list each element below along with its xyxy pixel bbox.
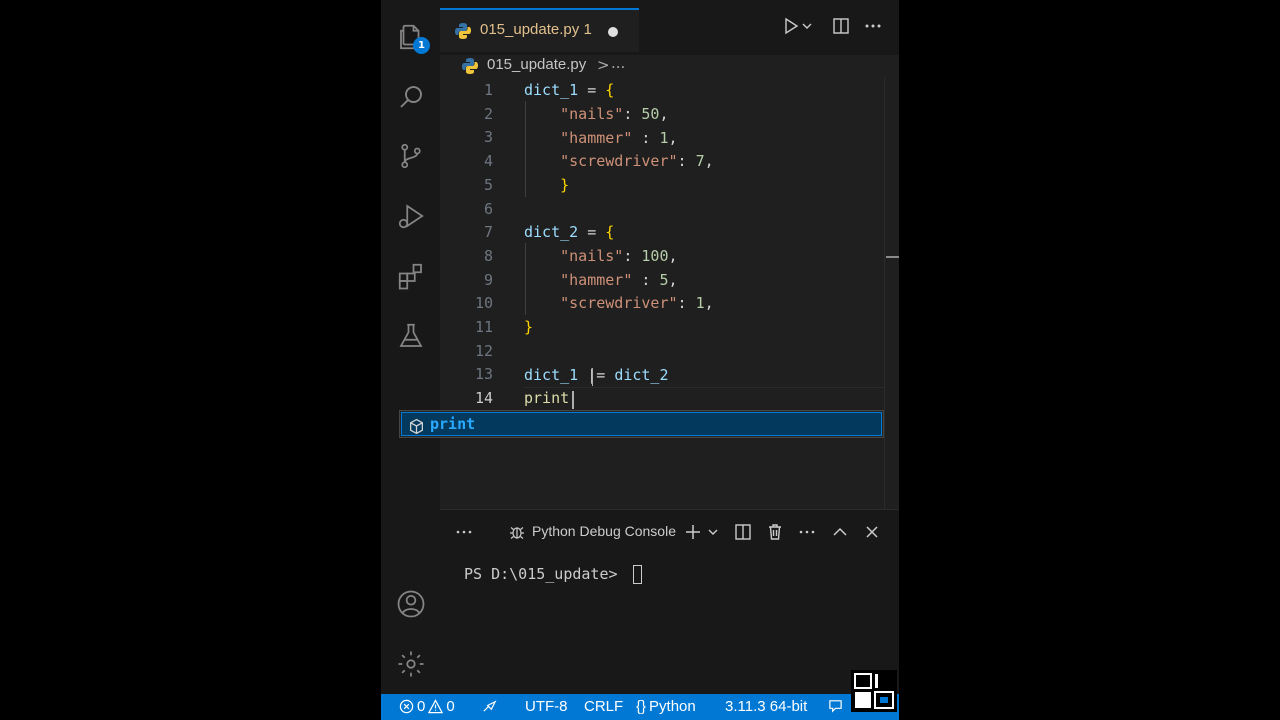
tab-015-update[interactable]: 015_update.py 1 bbox=[440, 8, 639, 52]
breadcrumb-file[interactable]: 015_update.py bbox=[487, 56, 586, 73]
run-menu-chevron-icon[interactable] bbox=[800, 14, 814, 38]
more-actions-icon[interactable] bbox=[861, 14, 885, 38]
symbol-cube-icon bbox=[410, 418, 423, 435]
line-number: 5 bbox=[483, 175, 493, 194]
suggestion-label: print bbox=[430, 415, 476, 433]
language-label: Python bbox=[649, 698, 696, 715]
python-file-icon bbox=[462, 58, 478, 74]
python-file-icon bbox=[455, 23, 471, 39]
current-line-highlight bbox=[524, 387, 885, 411]
problems-status[interactable]: 0 0 bbox=[399, 698, 455, 715]
language-brace-icon: {} bbox=[636, 698, 647, 715]
panel-more-icon[interactable] bbox=[455, 520, 473, 544]
channel-logo-icon bbox=[851, 670, 897, 712]
ports-forward-icon[interactable] bbox=[482, 698, 497, 713]
code-line-9: "hammer" : 5, bbox=[560, 271, 678, 289]
error-count: 0 bbox=[417, 698, 426, 715]
code-line-3: "hammer" : 1, bbox=[560, 129, 678, 147]
suggestion-item-print[interactable]: print bbox=[401, 412, 882, 436]
terminal-dropdown-chevron-icon[interactable] bbox=[706, 520, 720, 544]
interpreter-status[interactable]: 3.11.3 64-bit bbox=[725, 698, 807, 715]
scroll-marker bbox=[886, 256, 899, 258]
extensions-icon[interactable] bbox=[389, 254, 433, 298]
search-icon[interactable] bbox=[389, 75, 433, 119]
close-panel-icon[interactable] bbox=[863, 520, 881, 544]
split-terminal-icon[interactable] bbox=[734, 520, 752, 544]
code-line-10: "screwdriver": 1, bbox=[560, 294, 714, 312]
line-number: 13 bbox=[474, 365, 493, 384]
line-number: 3 bbox=[483, 128, 493, 147]
code-editor[interactable]: 1 2 3 4 5 6 7 8 9 10 11 12 13 14 dict_1 = { "nails": … bbox=[440, 77, 899, 509]
activity-bar: 1 bbox=[381, 0, 440, 694]
line-number: 9 bbox=[483, 270, 493, 289]
tab-filename: 015_update.py bbox=[480, 21, 580, 38]
terminal-title[interactable]: Python Debug Console bbox=[532, 523, 676, 539]
line-number: 4 bbox=[483, 152, 493, 171]
error-icon bbox=[399, 699, 414, 714]
split-editor-icon[interactable] bbox=[829, 14, 853, 38]
settings-gear-icon[interactable] bbox=[389, 642, 433, 686]
code-line-13: dict_1 |= dict_2 bbox=[524, 366, 669, 384]
breadcrumb-more[interactable]: ... bbox=[611, 54, 625, 72]
kill-terminal-trash-icon[interactable] bbox=[766, 520, 784, 544]
line-number: 12 bbox=[474, 341, 493, 360]
terminal-panel: Python Debug Console PS D:\015_update> bbox=[440, 509, 899, 695]
accounts-icon[interactable] bbox=[389, 582, 433, 626]
secondary-caret bbox=[592, 368, 593, 386]
language-status[interactable]: {} Python bbox=[636, 698, 696, 715]
line-number: 6 bbox=[483, 199, 493, 218]
suggestion-widget: print bbox=[399, 410, 884, 438]
code-line-1: dict_1 = { bbox=[524, 81, 615, 99]
text-caret bbox=[572, 391, 574, 409]
code-line-2: "nails": 50, bbox=[560, 105, 669, 123]
terminal-cursor bbox=[633, 565, 642, 584]
line-number: 2 bbox=[483, 104, 493, 123]
terminal-prompt[interactable]: PS D:\015_update> bbox=[464, 565, 627, 583]
line-number: 11 bbox=[474, 318, 493, 336]
warning-count: 0 bbox=[446, 698, 455, 715]
testing-icon[interactable] bbox=[389, 314, 433, 358]
code-line-4: "screwdriver": 7, bbox=[560, 152, 714, 170]
maximize-panel-chevron-up-icon[interactable] bbox=[831, 520, 849, 544]
code-line-8: "nails": 100, bbox=[560, 247, 678, 265]
code-line-14: print bbox=[524, 389, 570, 407]
panel-overflow-icon[interactable] bbox=[798, 520, 816, 544]
line-number: 8 bbox=[483, 246, 493, 265]
editor-scrollbar[interactable] bbox=[884, 77, 899, 509]
code-line-11: } bbox=[524, 318, 534, 336]
new-terminal-plus-icon[interactable] bbox=[684, 520, 702, 544]
line-number: 7 bbox=[483, 223, 493, 242]
breadcrumb: 015_update.py > ... bbox=[440, 54, 899, 77]
feedback-icon[interactable] bbox=[828, 698, 843, 713]
line-number: 14 bbox=[474, 389, 493, 408]
run-debug-icon[interactable] bbox=[389, 194, 433, 238]
code-line-7: dict_2 = { bbox=[524, 223, 615, 241]
unsaved-dot-icon[interactable] bbox=[608, 27, 618, 37]
debug-console-bug-icon bbox=[508, 520, 526, 544]
status-bar: 0 0 UTF-8 CRLF {} Python 3.11.3 64-bit bbox=[381, 694, 899, 720]
explorer-badge: 1 bbox=[413, 37, 430, 54]
eol-status[interactable]: CRLF bbox=[584, 698, 623, 715]
tab-bar: 015_update.py 1 bbox=[440, 0, 899, 55]
warning-icon bbox=[428, 699, 444, 714]
line-number: 10 bbox=[474, 294, 493, 313]
source-control-icon[interactable] bbox=[389, 134, 433, 178]
code-line-5: } bbox=[560, 176, 570, 194]
line-number: 1 bbox=[483, 81, 493, 99]
encoding-status[interactable]: UTF-8 bbox=[525, 698, 568, 715]
vscode-window: 1 015_update.py 1 015_update.py > ... 1 … bbox=[381, 0, 899, 720]
breadcrumb-separator: > bbox=[597, 56, 610, 74]
tab-problem-count: 1 bbox=[583, 21, 592, 38]
